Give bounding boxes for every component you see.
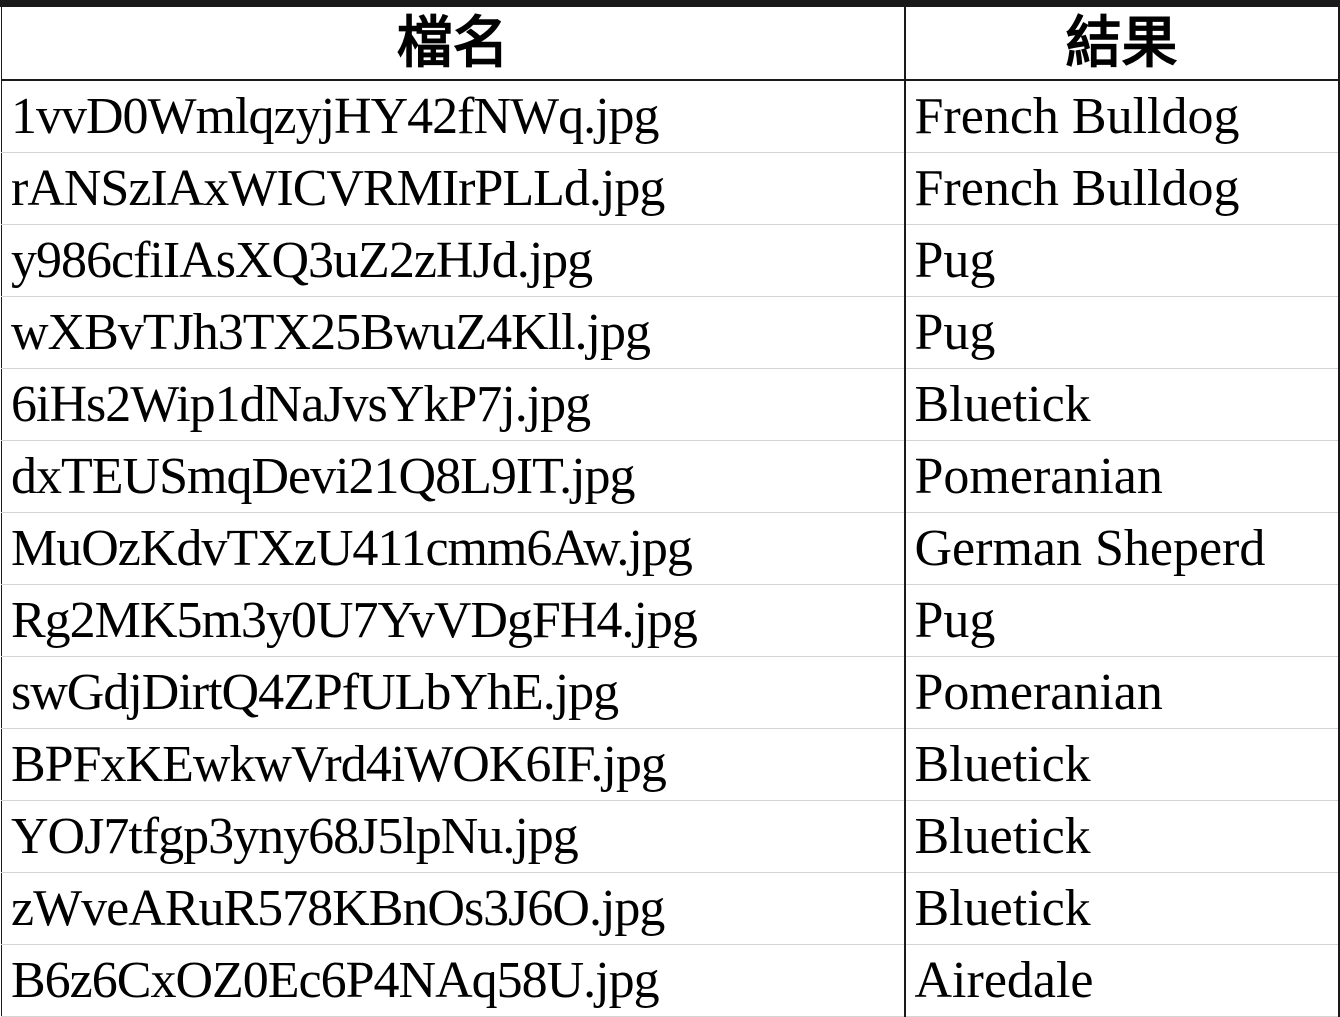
result-cell[interactable]: French Bulldog bbox=[904, 80, 1340, 153]
filename-cell[interactable]: 6iHs2Wip1dNaJvsYkP7j.jpg bbox=[1, 368, 906, 441]
filename-cell[interactable]: dxTEUSmqDevi21Q8L9IT.jpg bbox=[1, 440, 906, 513]
filename-cell[interactable]: wXBvTJh3TX25BwuZ4Kll.jpg bbox=[1, 296, 906, 369]
table-row: 6iHs2Wip1dNaJvsYkP7j.jpg Bluetick bbox=[1, 368, 1340, 441]
table-row: swGdjDirtQ4ZPfULbYhE.jpg Pomeranian bbox=[1, 656, 1340, 729]
filename-cell[interactable]: MuOzKdvTXzU411cmm6Aw.jpg bbox=[1, 512, 906, 585]
results-table: 檔名 結果 1vvD0WmlqzyjHY42fNWq.jpg French Bu… bbox=[1, 7, 1340, 1017]
result-cell[interactable]: Pomeranian bbox=[904, 656, 1340, 729]
result-cell[interactable]: Bluetick bbox=[904, 800, 1340, 873]
filename-cell[interactable]: B6z6CxOZ0Ec6P4NAq58U.jpg bbox=[1, 944, 906, 1017]
filename-cell[interactable]: Rg2MK5m3y0U7YvVDgFH4.jpg bbox=[1, 584, 906, 657]
table-row: dxTEUSmqDevi21Q8L9IT.jpg Pomeranian bbox=[1, 440, 1340, 513]
result-cell[interactable]: French Bulldog bbox=[904, 152, 1340, 225]
result-cell[interactable]: Bluetick bbox=[904, 728, 1340, 801]
filename-cell[interactable]: YOJ7tfgp3yny68J5lpNu.jpg bbox=[1, 800, 906, 873]
result-cell[interactable]: Bluetick bbox=[904, 872, 1340, 945]
filename-cell[interactable]: y986cfiIAsXQ3uZ2zHJd.jpg bbox=[1, 224, 906, 297]
table-row: MuOzKdvTXzU411cmm6Aw.jpg German Sheperd bbox=[1, 512, 1340, 585]
table-row: B6z6CxOZ0Ec6P4NAq58U.jpg Airedale bbox=[1, 944, 1340, 1017]
table-row: y986cfiIAsXQ3uZ2zHJd.jpg Pug bbox=[1, 224, 1340, 297]
result-cell[interactable]: Pug bbox=[904, 296, 1340, 369]
result-cell[interactable]: Pomeranian bbox=[904, 440, 1340, 513]
table-row: BPFxKEwkwVrd4iWOK6IF.jpg Bluetick bbox=[1, 728, 1340, 801]
result-cell[interactable]: German Sheperd bbox=[904, 512, 1340, 585]
table-row: zWveARuR578KBnOs3J6O.jpg Bluetick bbox=[1, 872, 1340, 945]
filename-cell[interactable]: BPFxKEwkwVrd4iWOK6IF.jpg bbox=[1, 728, 906, 801]
header-result[interactable]: 結果 bbox=[904, 7, 1340, 81]
spreadsheet: 檔名 結果 1vvD0WmlqzyjHY42fNWq.jpg French Bu… bbox=[0, 0, 1340, 1017]
result-cell[interactable]: Pug bbox=[904, 224, 1340, 297]
table-row: 1vvD0WmlqzyjHY42fNWq.jpg French Bulldog bbox=[1, 80, 1340, 153]
filename-cell[interactable]: zWveARuR578KBnOs3J6O.jpg bbox=[1, 872, 906, 945]
filename-cell[interactable]: swGdjDirtQ4ZPfULbYhE.jpg bbox=[1, 656, 906, 729]
result-cell[interactable]: Bluetick bbox=[904, 368, 1340, 441]
filename-cell[interactable]: 1vvD0WmlqzyjHY42fNWq.jpg bbox=[1, 80, 906, 153]
table-row: rANSzIAxWICVRMIrPLLd.jpg French Bulldog bbox=[1, 152, 1340, 225]
header-filename[interactable]: 檔名 bbox=[1, 7, 906, 81]
header-row: 檔名 結果 bbox=[1, 7, 1340, 81]
result-cell[interactable]: Airedale bbox=[904, 944, 1340, 1017]
table-row: wXBvTJh3TX25BwuZ4Kll.jpg Pug bbox=[1, 296, 1340, 369]
table-row: YOJ7tfgp3yny68J5lpNu.jpg Bluetick bbox=[1, 800, 1340, 873]
table-row: Rg2MK5m3y0U7YvVDgFH4.jpg Pug bbox=[1, 584, 1340, 657]
table-body: 1vvD0WmlqzyjHY42fNWq.jpg French Bulldog … bbox=[1, 80, 1340, 1017]
result-cell[interactable]: Pug bbox=[904, 584, 1340, 657]
filename-cell[interactable]: rANSzIAxWICVRMIrPLLd.jpg bbox=[1, 152, 906, 225]
